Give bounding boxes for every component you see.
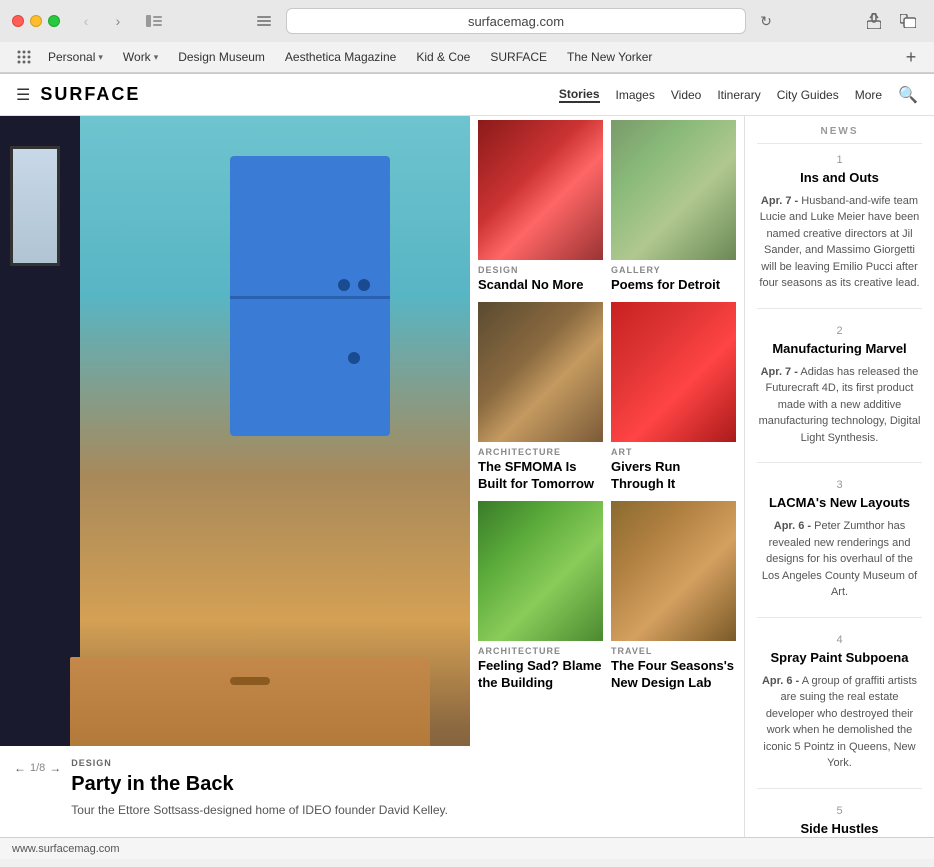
chevron-down-icon: ▾ (154, 52, 159, 63)
grid-item-3[interactable]: ART Givers Run Through It (611, 302, 736, 493)
forward-button[interactable]: › (104, 10, 132, 32)
news-item-0[interactable]: 1 Ins and Outs Apr. 7 - Husband-and-wife… (757, 154, 922, 309)
news-header: NEWS (757, 126, 922, 144)
news-text-2: Apr. 6 - Peter Zumthor has revealed new … (757, 518, 922, 601)
bookmark-work[interactable]: Work ▾ (115, 48, 166, 66)
news-title-1: Manufacturing Marvel (757, 341, 922, 358)
news-sidebar: NEWS 1 Ins and Outs Apr. 7 - Husband-and… (744, 116, 934, 837)
bookmark-kid-coe[interactable]: Kid & Coe (408, 48, 478, 66)
bookmark-new-yorker[interactable]: The New Yorker (559, 48, 660, 66)
status-bar: www.surfacemag.com (0, 837, 934, 859)
grid-image-0 (478, 120, 603, 260)
news-title-3: Spray Paint Subpoena (757, 650, 922, 667)
bookmark-personal[interactable]: Personal ▾ (40, 48, 111, 66)
address-bar[interactable]: surfacemag.com (286, 8, 746, 34)
grid-item-1[interactable]: GALLERY Poems for Detroit (611, 120, 736, 294)
news-item-4[interactable]: 5 Side Hustles Apr. 6 - Hood by Air is b… (757, 805, 922, 837)
decorative-cabinet (230, 156, 390, 436)
nav-itinerary[interactable]: Itinerary (717, 88, 760, 102)
grid-item-5[interactable]: TRAVEL The Four Seasons's New Design Lab (611, 501, 736, 692)
grid-category-1: GALLERY (611, 265, 736, 275)
new-tab-button[interactable] (894, 10, 922, 32)
grid-image-4 (478, 501, 603, 641)
sidebar-toggle-button[interactable] (140, 10, 168, 32)
nav-images[interactable]: Images (616, 88, 655, 102)
close-button[interactable] (12, 15, 24, 27)
grid-image-5 (611, 501, 736, 641)
grid-item-0[interactable]: DESIGN Scandal No More (478, 120, 603, 294)
news-item-3[interactable]: 4 Spray Paint Subpoena Apr. 6 - A group … (757, 634, 922, 789)
grid-title-0: Scandal No More (478, 277, 603, 294)
hero-section[interactable]: ← 1/8 → DESIGN Party in the Back Tour th… (0, 116, 470, 837)
news-item-2[interactable]: 3 LACMA's New Layouts Apr. 6 - Peter Zum… (757, 479, 922, 617)
grid-title-1: Poems for Detroit (611, 277, 736, 294)
grid-category-4: ARCHITECTURE (478, 646, 603, 656)
website-content: ☰ SURFACE Stories Images Video Itinerary… (0, 74, 934, 837)
nav-video[interactable]: Video (671, 88, 701, 102)
site-logo: SURFACE (40, 84, 140, 105)
grid-image-1 (611, 120, 736, 260)
grid-category-0: DESIGN (478, 265, 603, 275)
article-grid: DESIGN Scandal No More GALLERY Poems for… (470, 116, 744, 837)
decorative-dresser (70, 657, 430, 757)
chevron-down-icon: ▾ (98, 52, 103, 63)
grid-title-2: The SFMOMA Is Built for Tomorrow (478, 459, 603, 493)
hero-caption: ← 1/8 → DESIGN Party in the Back Tour th… (0, 746, 470, 837)
news-title-4: Side Hustles (757, 821, 922, 837)
hero-counter: 1/8 (30, 762, 45, 774)
news-num-4: 5 (757, 805, 922, 817)
decorative-window (0, 116, 80, 837)
page-menu-button[interactable] (250, 10, 278, 32)
decorative-window-frame (10, 146, 60, 266)
share-button[interactable] (860, 10, 888, 32)
site-menu-icon[interactable]: ☰ (16, 85, 30, 105)
nav-city-guides[interactable]: City Guides (777, 88, 839, 102)
add-bookmark-button[interactable]: + (900, 46, 922, 68)
grid-category-5: TRAVEL (611, 646, 736, 656)
grid-title-3: Givers Run Through It (611, 459, 736, 493)
apps-grid-button[interactable] (12, 46, 36, 68)
url-text: surfacemag.com (468, 14, 564, 29)
bookmark-surface[interactable]: SURFACE (482, 48, 555, 66)
nav-more[interactable]: More (855, 88, 882, 102)
grid-category-2: ARCHITECTURE (478, 447, 603, 457)
news-num-0: 1 (757, 154, 922, 166)
hero-description: Tour the Ettore Sottsass-designed home o… (71, 802, 448, 819)
grid-item-2[interactable]: ARCHITECTURE The SFMOMA Is Built for Tom… (478, 302, 603, 493)
refresh-button[interactable]: ↻ (754, 10, 778, 32)
news-text-0: Apr. 7 - Husband-and-wife team Lucie and… (757, 193, 922, 292)
grid-image-3 (611, 302, 736, 442)
news-num-1: 2 (757, 325, 922, 337)
nav-stories[interactable]: Stories (559, 87, 600, 103)
hero-category: DESIGN (71, 758, 448, 768)
grid-category-3: ART (611, 447, 736, 457)
news-text-3: Apr. 6 - A group of graffiti artists are… (757, 673, 922, 772)
grid-title-5: The Four Seasons's New Design Lab (611, 658, 736, 692)
hero-title: Party in the Back (71, 772, 448, 796)
grid-title-4: Feeling Sad? Blame the Building (478, 658, 603, 692)
grid-item-4[interactable]: ARCHITECTURE Feeling Sad? Blame the Buil… (478, 501, 603, 692)
fullscreen-button[interactable] (48, 15, 60, 27)
news-title-0: Ins and Outs (757, 170, 922, 187)
bookmark-aesthetica[interactable]: Aesthetica Magazine (277, 48, 404, 66)
traffic-lights (12, 15, 60, 27)
search-icon[interactable]: 🔍 (898, 85, 918, 105)
status-url: www.surfacemag.com (12, 843, 120, 855)
site-header: ☰ SURFACE Stories Images Video Itinerary… (0, 74, 934, 116)
main-content: ← 1/8 → DESIGN Party in the Back Tour th… (0, 116, 934, 837)
bookmarks-bar: Personal ▾ Work ▾ Design Museum Aestheti… (0, 42, 934, 73)
news-item-1[interactable]: 2 Manufacturing Marvel Apr. 7 - Adidas h… (757, 325, 922, 463)
hero-prev-button[interactable]: ← (14, 761, 26, 775)
hero-next-button[interactable]: → (49, 761, 61, 775)
bookmark-design-museum[interactable]: Design Museum (170, 48, 273, 66)
minimize-button[interactable] (30, 15, 42, 27)
news-title-2: LACMA's New Layouts (757, 495, 922, 512)
news-num-2: 3 (757, 479, 922, 491)
news-text-1: Apr. 7 - Adidas has released the Futurec… (757, 364, 922, 447)
site-navigation: Stories Images Video Itinerary City Guid… (559, 85, 918, 105)
news-num-3: 4 (757, 634, 922, 646)
grid-image-2 (478, 302, 603, 442)
back-button[interactable]: ‹ (72, 10, 100, 32)
